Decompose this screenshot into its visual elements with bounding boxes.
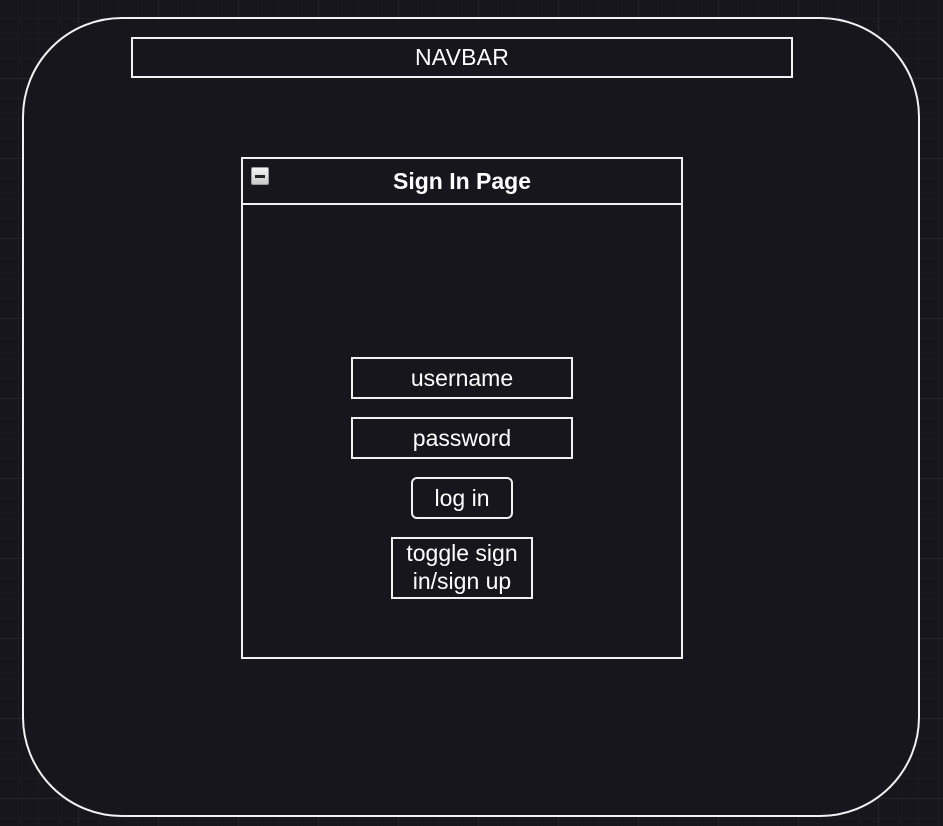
password-field[interactable]: password [351, 417, 573, 459]
collapse-button[interactable] [251, 167, 269, 185]
navbar[interactable]: NAVBAR [131, 37, 793, 78]
password-label: password [412, 424, 512, 451]
toggle-sign-in-sign-up-button[interactable]: toggle sign in/sign up [391, 537, 533, 599]
username-label: username [410, 364, 514, 391]
login-label: log in [434, 484, 490, 511]
toggle-label: toggle sign in/sign up [406, 540, 518, 594]
panel-header: Sign In Page [243, 159, 681, 205]
navbar-label: NAVBAR [414, 44, 510, 70]
username-field[interactable]: username [351, 357, 573, 399]
login-button[interactable]: log in [411, 477, 513, 519]
panel-title: Sign In Page [392, 167, 532, 194]
minus-icon [255, 174, 265, 178]
